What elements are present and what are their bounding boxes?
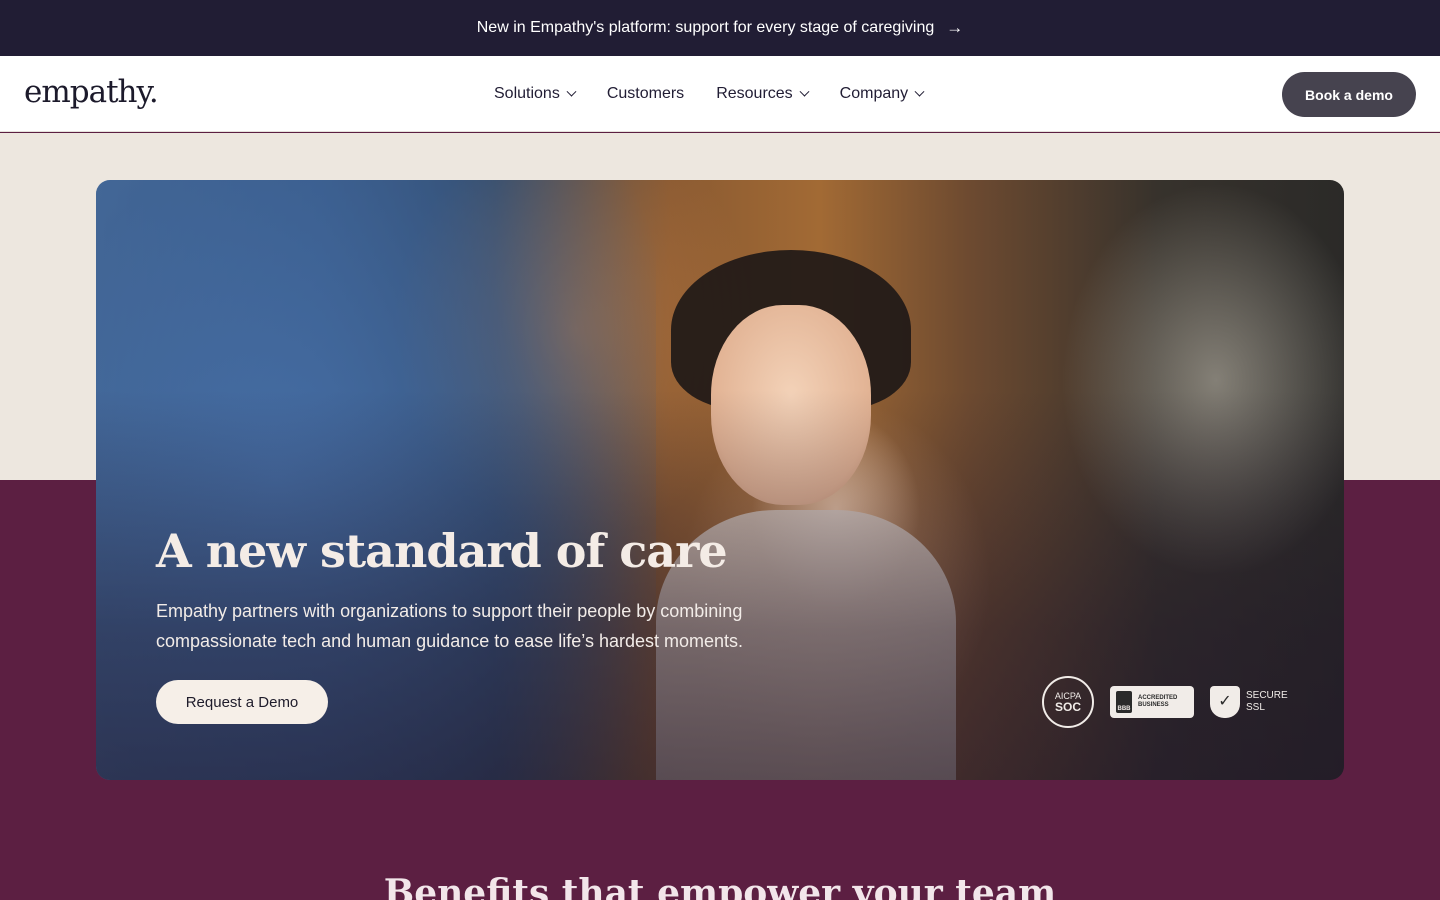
nav-item-label: Solutions — [494, 85, 560, 102]
hero-card: A new standard of care Empathy partners … — [96, 180, 1344, 780]
nav-item-label: Resources — [716, 85, 793, 102]
nav-item-label: Company — [839, 85, 909, 102]
shield-check-icon: ✓ — [1210, 686, 1240, 718]
top-navigation: empathy. Solutions Customers Resources C… — [0, 56, 1440, 132]
empathy-logo[interactable]: empathy. — [24, 74, 159, 110]
nav-item-label: Customers — [606, 85, 685, 102]
bbb-badge-line-1: ACCREDITED — [1138, 695, 1178, 701]
nav-item-customers[interactable]: Customers — [607, 85, 684, 103]
aicpa-soc-badge: AICPA SOC — [1042, 676, 1094, 728]
nav-item-company[interactable]: Company — [839, 85, 925, 103]
hero-subtitle: Empathy partners with organizations to s… — [156, 601, 744, 651]
bbb-accredited-badge: BBB ACCREDITED BUSINESS — [1110, 686, 1194, 718]
bbb-badge-text: ACCREDITED BUSINESS — [1138, 695, 1177, 709]
chevron-down-icon — [799, 86, 810, 97]
book-demo-button[interactable]: Book a demo — [1282, 72, 1416, 117]
announcement-bar[interactable]: New in Empathy's platform: support for e… — [0, 0, 1440, 56]
chevron-down-icon — [566, 86, 577, 97]
nav-item-solutions[interactable]: Solutions — [494, 85, 577, 103]
bbb-badge-line-2: BUSINESS — [1138, 702, 1169, 708]
bbb-torch-icon: BBB — [1116, 691, 1132, 713]
secure-ssl-badge: ✓ SECURE SSL — [1210, 686, 1288, 718]
arrow-right-icon[interactable]: → — [946, 18, 963, 38]
ssl-badge-line-1: SECURE — [1246, 690, 1288, 701]
trust-badges: AICPA SOC BBB ACCREDITED BUSINESS ✓ SECU… — [1042, 676, 1288, 728]
ssl-badge-line-2: SSL — [1246, 702, 1265, 713]
ssl-badge-text: SECURE SSL — [1246, 690, 1288, 714]
request-demo-button[interactable]: Request a Demo — [156, 680, 328, 724]
nav-menu: Solutions Customers Resources Company — [494, 56, 925, 132]
hero-title: A new standard of care — [156, 524, 728, 578]
chevron-down-icon — [914, 86, 925, 97]
announcement-text[interactable]: New in Empathy's platform: support for e… — [477, 19, 934, 37]
nav-item-resources[interactable]: Resources — [716, 85, 810, 103]
benefits-section-title: Benefits that empower your team — [383, 872, 1057, 900]
soc-badge-main: SOC — [1054, 700, 1081, 714]
